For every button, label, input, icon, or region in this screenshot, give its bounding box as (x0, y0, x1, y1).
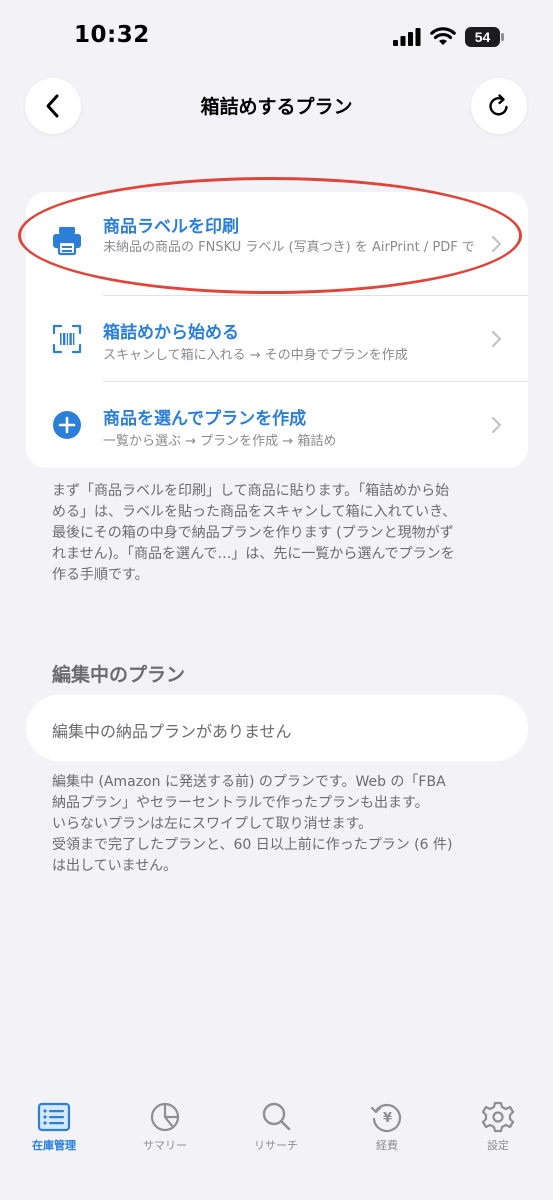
row-title: 箱詰めから始める (103, 323, 239, 343)
row-subtitle: 一覧から選ぶ → プランを作成 → 箱詰め (103, 434, 337, 449)
tab-inventory[interactable]: 在庫管理 (9, 1101, 99, 1153)
refresh-button[interactable] (471, 78, 527, 134)
svg-text:¥: ¥ (383, 1111, 392, 1126)
footnote-line: いらないプランは左にスワイプして取り消せます。 (52, 816, 373, 832)
plus-circle-icon (50, 408, 84, 442)
tab-label: 経費 (376, 1139, 398, 1152)
row-title: 商品を選んでプランを作成 (103, 409, 307, 429)
chevron-right-icon (491, 330, 502, 348)
refresh-icon (489, 94, 508, 116)
search-icon (262, 1102, 291, 1131)
row-subtitle: スキャンして箱に入れる → その中身でプランを作成 (103, 348, 408, 363)
status-bar: 10:32 54 (0, 0, 553, 76)
footnote-line: れません)。「商品を選んで…」は、先に一覧から選んでプランを (52, 546, 455, 562)
footnote-line: める」は、ラベルを貼った商品をスキャンして箱に入れていき、 (52, 504, 457, 520)
footnote-line: 作る手順です。 (52, 567, 149, 583)
start-packing-row[interactable]: 箱詰めから始める スキャンして箱に入れる → その中身でプランを作成 (26, 296, 528, 382)
chevron-right-icon (491, 416, 502, 434)
inventory-list-icon (37, 1102, 71, 1132)
wifi-icon (430, 27, 456, 45)
drafts-empty-text: 編集中の納品プランがありません (52, 722, 292, 741)
tab-expenses[interactable]: ¥ 経費 (342, 1101, 432, 1153)
barcode-scan-icon (50, 322, 84, 356)
pie-chart-icon (150, 1102, 180, 1132)
select-products-row[interactable]: 商品を選んでプランを作成 一覧から選ぶ → プランを作成 → 箱詰め (26, 382, 528, 468)
battery-icon: 54 (465, 27, 504, 47)
battery-level: 54 (475, 29, 491, 45)
cellular-signal-icon (393, 28, 421, 46)
tab-summary[interactable]: サマリー (120, 1101, 210, 1153)
drafts-footnote: 編集中 (Amazon に発送する前) のプランです。Web の「FBA 納品プ… (52, 772, 512, 877)
actions-footnote: まず「商品ラベルを印刷」して商品に貼ります。「箱詰めから始 める」は、ラベルを貼… (52, 481, 512, 586)
tab-research[interactable]: リサーチ (231, 1101, 321, 1153)
footnote-line: 編集中 (Amazon に発送する前) のプランです。Web の「FBA (52, 774, 446, 790)
footnote-line: は出していません。 (52, 858, 178, 874)
footnote-line: 最後にその箱の中身で納品プランを作ります (プランと現物がず (52, 525, 454, 541)
tab-bar: 在庫管理 サマリー リサーチ ¥ 経費 設定 (0, 1085, 553, 1200)
status-time: 10:32 (74, 22, 150, 48)
drafts-empty-card: 編集中の納品プランがありません (26, 695, 528, 761)
drafts-section-header: 編集中のプラン (52, 664, 186, 686)
tab-label: サマリー (143, 1139, 187, 1152)
tab-settings[interactable]: 設定 (453, 1101, 543, 1153)
footnote-line: 受領まで完了したプランと、60 日以上前に作ったプラン (6 件) (52, 837, 453, 853)
tab-label: 設定 (487, 1139, 509, 1152)
tab-label: リサーチ (254, 1139, 298, 1152)
highlight-annotation (18, 177, 522, 294)
yen-history-icon: ¥ (370, 1103, 402, 1133)
gear-icon (481, 1101, 515, 1133)
footnote-line: 納品プラン」やセラーセントラルで作ったプランも出ます。 (52, 795, 429, 811)
footnote-line: まず「商品ラベルを印刷」して商品に貼ります。「箱詰めから始 (52, 483, 450, 499)
tab-label: 在庫管理 (32, 1139, 76, 1152)
